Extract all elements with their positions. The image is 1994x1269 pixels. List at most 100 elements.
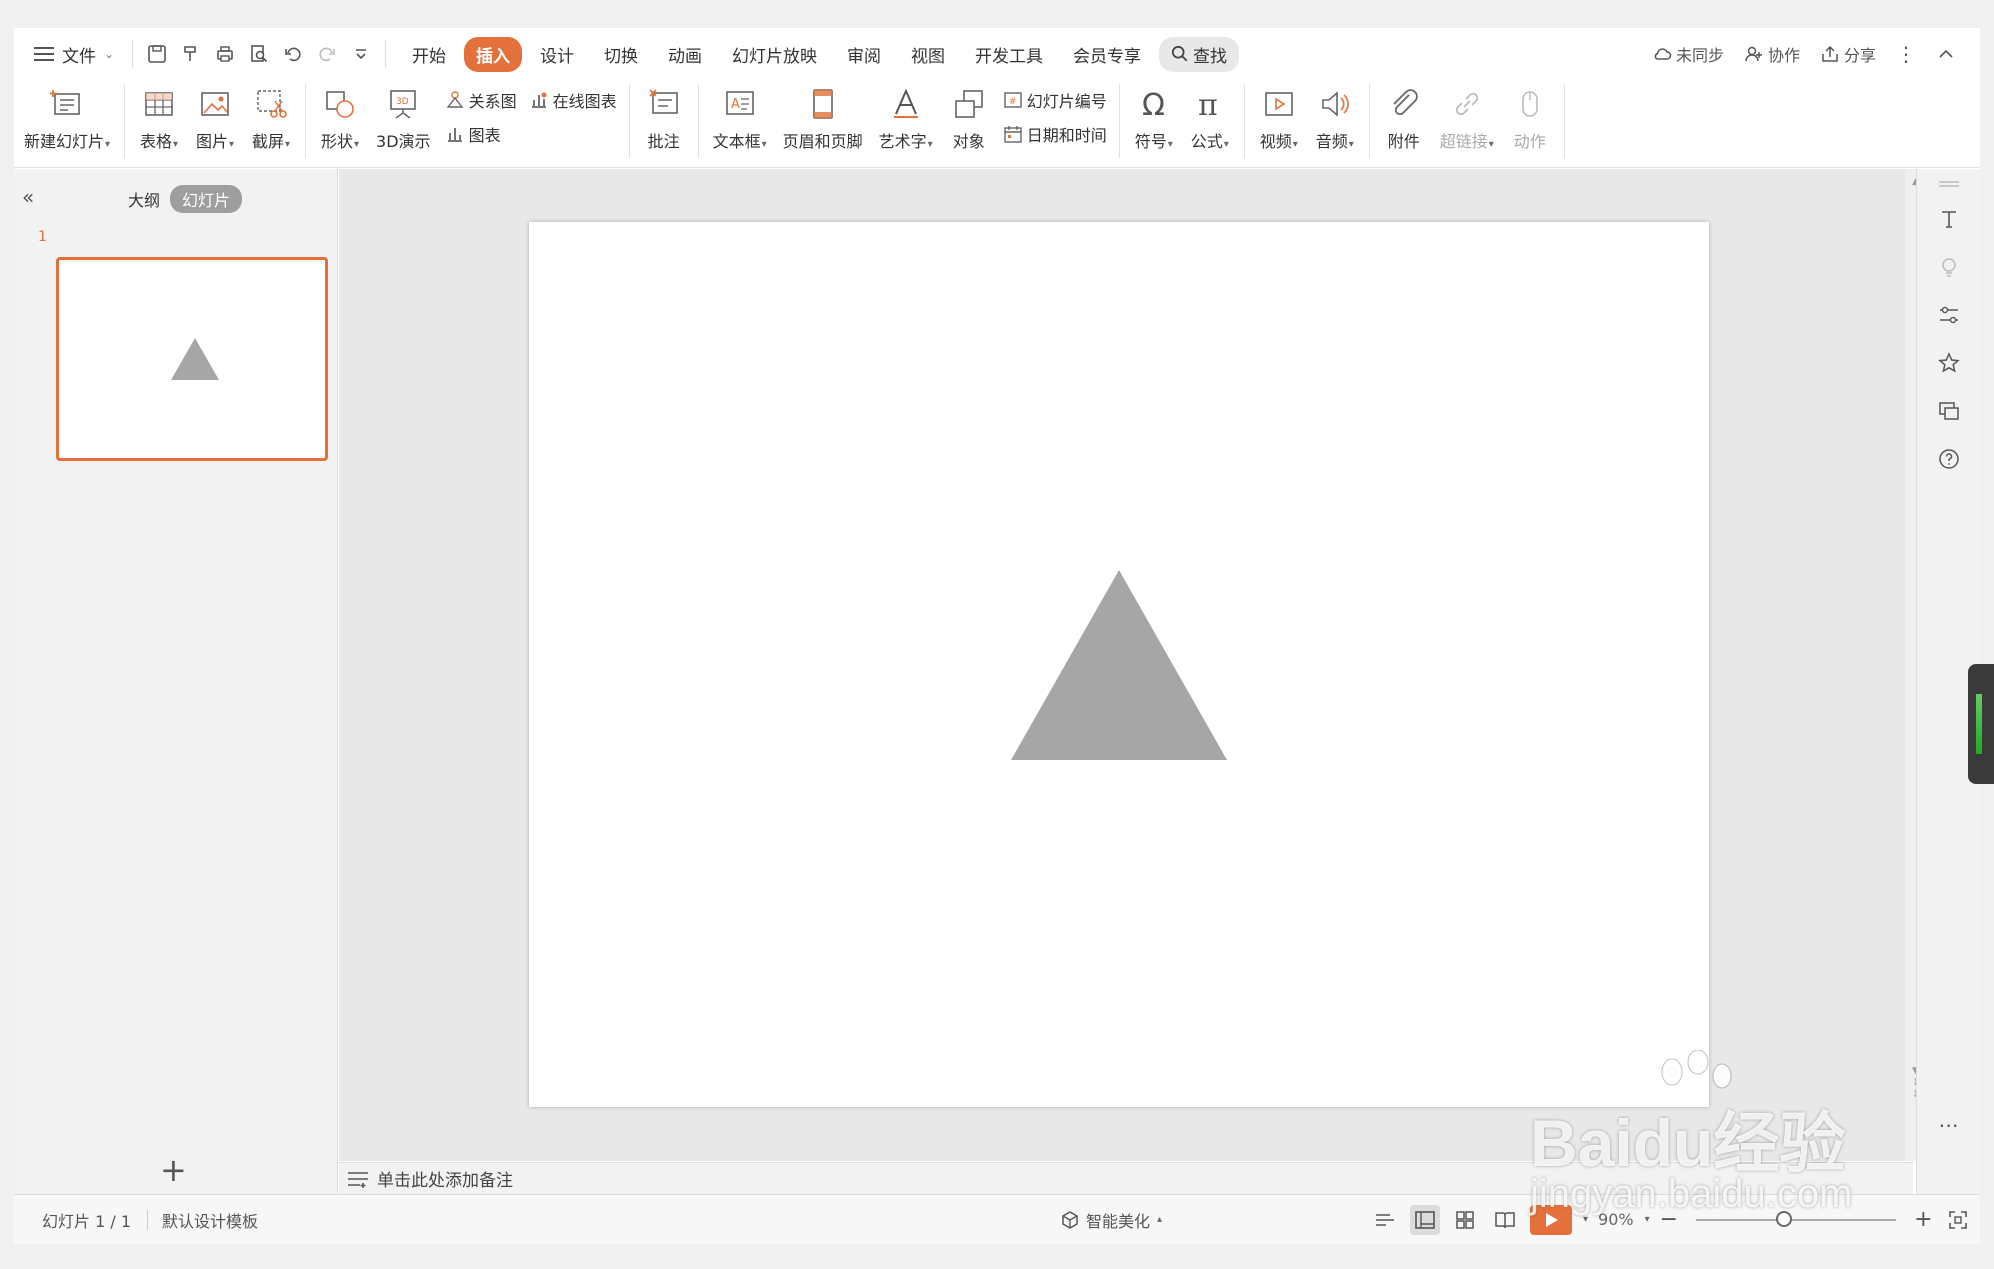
tab-insert[interactable]: 插入	[464, 36, 522, 72]
datetime-label: 日期和时间	[1026, 126, 1107, 145]
slide-transition-icon[interactable]	[1935, 397, 1963, 425]
attachment-label: 附件	[1387, 132, 1420, 151]
normal-view-icon[interactable]	[1410, 1204, 1440, 1235]
picture-label: 图片	[196, 132, 229, 151]
chart-label: 图表	[468, 126, 501, 145]
tab-transitions[interactable]: 切换	[592, 37, 650, 72]
3d-demo-button[interactable]: 3D 3D演示	[368, 84, 439, 152]
format-painter-icon[interactable]	[177, 40, 205, 68]
menu-right-actions: 未同步 协作 分享 ⋮	[1652, 42, 1980, 66]
panel-header: « 大纲 幻灯片	[14, 183, 338, 213]
add-slide-button[interactable]: +	[160, 1154, 187, 1186]
header-footer-button[interactable]: 页眉和页脚	[775, 84, 871, 152]
tab-view[interactable]: 视图	[899, 37, 957, 72]
search-button[interactable]: 查找	[1159, 36, 1239, 72]
zoom-level[interactable]: 90%	[1598, 1210, 1634, 1229]
help-icon[interactable]	[1935, 445, 1963, 473]
smart-beautify-button[interactable]: 智能美化 ▴	[1060, 1208, 1162, 1232]
ribbon-separator	[124, 84, 126, 158]
formula-button[interactable]: π 公式▾	[1182, 84, 1238, 152]
audio-button[interactable]: 音频▾	[1307, 84, 1363, 152]
hyperlink-button[interactable]: 超链接▾	[1432, 84, 1502, 152]
collab-button[interactable]: 协作	[1744, 42, 1800, 66]
more-options-icon[interactable]: ⋮	[1896, 42, 1916, 66]
zoom-out-button[interactable]: −	[1660, 1208, 1678, 1231]
play-icon	[1546, 1212, 1558, 1227]
file-menu-label: 文件	[62, 46, 96, 67]
print-preview-icon[interactable]	[245, 40, 273, 68]
collapse-ribbon-icon[interactable]	[1936, 44, 1956, 64]
relation-diagram-label: 关系图	[468, 92, 517, 111]
lightbulb-icon[interactable]	[1935, 253, 1963, 281]
star-icon[interactable]	[1935, 349, 1963, 377]
mouse-icon	[1510, 84, 1550, 124]
svg-text:π: π	[1198, 88, 1218, 121]
reading-view-icon[interactable]	[1490, 1205, 1520, 1235]
textbox-button[interactable]: A 文本框▾	[705, 84, 775, 152]
relation-diagram-icon	[446, 91, 463, 108]
grid-view-icon[interactable]	[1450, 1205, 1480, 1235]
relation-diagram-button[interactable]: 关系图	[445, 88, 517, 112]
tab-outline[interactable]: 大纲	[116, 185, 172, 213]
play-slideshow-button[interactable]	[1530, 1204, 1572, 1235]
floating-edge-widget[interactable]	[1968, 664, 1994, 784]
dropdown-arrow-icon: ▾	[285, 139, 291, 150]
file-menu[interactable]: 文件 ⌄	[14, 42, 132, 67]
zoom-slider[interactable]	[1696, 1210, 1897, 1227]
fit-window-icon[interactable]	[1943, 1205, 1973, 1235]
tab-slides[interactable]: 幻灯片	[170, 185, 243, 213]
new-slide-button[interactable]: 新建幻灯片▾	[14, 84, 118, 152]
current-slide[interactable]	[529, 222, 1709, 1107]
print-icon[interactable]	[211, 40, 239, 68]
datetime-button[interactable]: 日期和时间	[1003, 122, 1107, 146]
template-name[interactable]: 默认设计模板	[148, 1208, 274, 1232]
new-slide-label: 新建幻灯片	[24, 132, 105, 151]
share-label: 分享	[1843, 46, 1876, 65]
tab-slideshow[interactable]: 幻灯片放映	[720, 37, 829, 72]
play-options-arrow-icon[interactable]: ▾	[1583, 1214, 1588, 1225]
header-footer-icon	[803, 84, 843, 124]
collapse-panel-icon[interactable]: «	[22, 185, 34, 209]
zoom-slider-knob[interactable]	[1776, 1210, 1793, 1227]
action-button[interactable]: 动作	[1502, 84, 1558, 152]
text-format-icon[interactable]	[1935, 205, 1963, 233]
settings-sliders-icon[interactable]	[1935, 301, 1963, 329]
wordart-button[interactable]: 艺术字▾	[871, 84, 941, 152]
undo-icon[interactable]	[279, 40, 307, 68]
slide-thumbnail[interactable]	[56, 257, 328, 461]
comment-button[interactable]: 批注	[636, 84, 692, 152]
zoom-in-button[interactable]: +	[1914, 1208, 1932, 1231]
notes-bar[interactable]: 单击此处添加备注	[339, 1162, 1913, 1194]
slide-number-button[interactable]: # 幻灯片编号	[1003, 88, 1107, 112]
object-button[interactable]: 对象	[941, 84, 997, 152]
share-button[interactable]: 分享	[1820, 42, 1876, 66]
customize-toolbar-icon[interactable]	[347, 40, 375, 68]
more-icon[interactable]: ⋯	[1935, 1111, 1963, 1139]
online-chart-button[interactable]: 在线图表	[529, 88, 617, 112]
sync-button[interactable]: 未同步	[1652, 42, 1724, 66]
tab-animations[interactable]: 动画	[656, 37, 714, 72]
chart-button[interactable]: 图表	[445, 122, 517, 146]
ribbon-separator	[697, 84, 699, 158]
tab-design[interactable]: 设计	[528, 37, 586, 72]
save-icon[interactable]	[143, 40, 171, 68]
symbol-button[interactable]: Ω 符号▾	[1126, 84, 1182, 152]
zoom-dropdown-icon[interactable]: ▾	[1645, 1214, 1650, 1225]
tab-membership[interactable]: 会员专享	[1061, 37, 1153, 72]
screenshot-button[interactable]: 截屏▾	[243, 84, 299, 152]
status-bar: 幻灯片 1 / 1 默认设计模板 智能美化 ▴ ▾ 90% ▾ − +	[14, 1194, 1980, 1244]
video-button[interactable]: 视频▾	[1251, 84, 1307, 152]
triangle-shape[interactable]	[1011, 570, 1227, 760]
attachment-button[interactable]: 附件	[1376, 84, 1432, 152]
shape-icon	[320, 84, 360, 124]
picture-button[interactable]: 图片▾	[187, 84, 243, 152]
notes-toggle-icon[interactable]	[1370, 1205, 1400, 1235]
shape-button[interactable]: 形状▾	[312, 84, 368, 152]
tab-review[interactable]: 审阅	[835, 37, 893, 72]
table-button[interactable]: 表格▾	[131, 84, 187, 152]
ribbon-separator	[1243, 84, 1245, 158]
tab-developer[interactable]: 开发工具	[963, 37, 1055, 72]
ribbon-separator	[1563, 84, 1565, 158]
tab-home[interactable]: 开始	[400, 37, 458, 72]
redo-icon[interactable]	[313, 40, 341, 68]
